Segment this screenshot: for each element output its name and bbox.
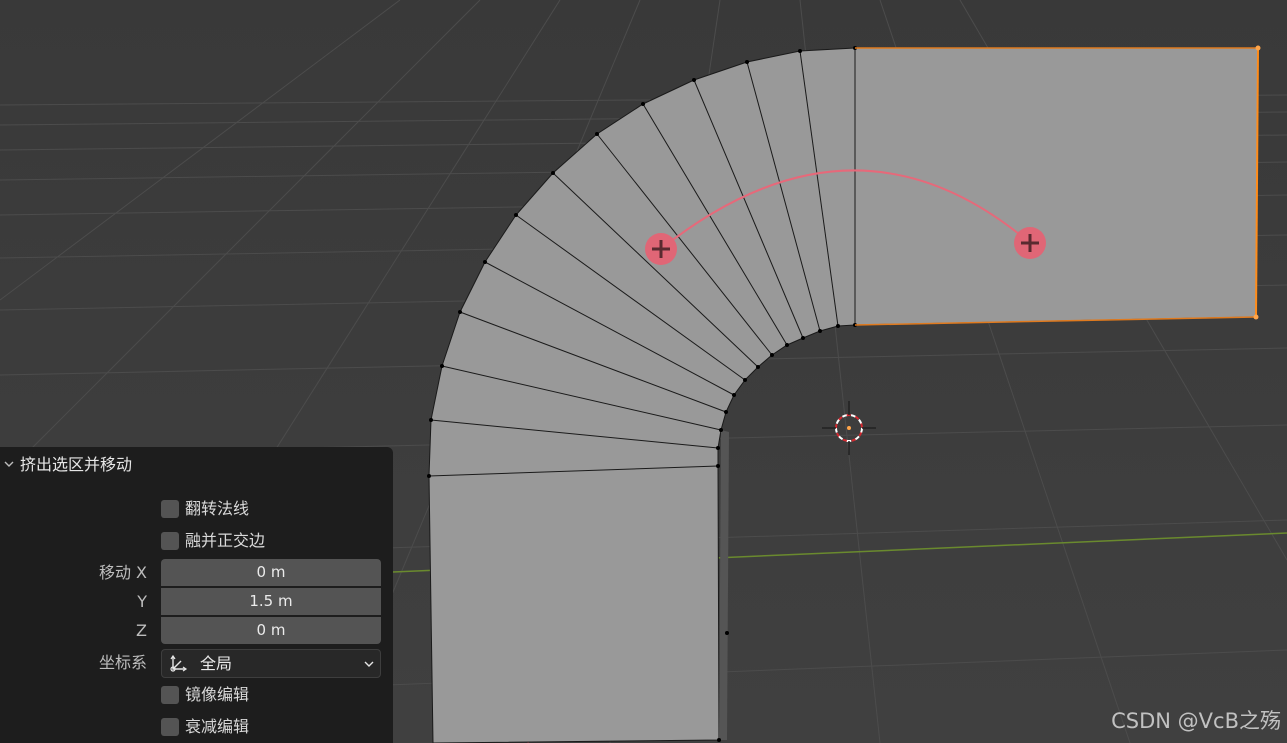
chevron-down-icon [4,461,14,467]
orientation-select[interactable]: 全局 [161,649,381,678]
operator-panel-title: 挤出选区并移动 [20,455,133,474]
flip-normals-row[interactable]: 翻转法线 [0,495,393,523]
proportional-editing-row[interactable]: 衰减编辑 [0,713,393,741]
move-z-row: Z 0 m [0,617,393,645]
proportional-editing-checkbox[interactable] [161,718,179,736]
proportional-editing-label: 衰减编辑 [185,717,250,736]
move-z-field[interactable]: 0 m [161,617,381,644]
move-x-row: 移动 X 0 m [0,559,393,587]
move-y-field[interactable]: 1.5 m [161,588,381,615]
move-z-label: Z [136,621,147,640]
flip-normals-label: 翻转法线 [185,499,250,518]
chevron-down-icon [364,661,374,667]
orientation-label: 坐标系 [98,653,147,672]
move-x-label: 移动 X [98,563,147,582]
operator-panel[interactable]: 挤出选区并移动 翻转法线 融并正交边 移动 X 0 m Y 1.5 m Z 0 … [0,447,393,743]
dissolve-orthogonal-checkbox[interactable] [161,532,179,550]
watermark: CSDN @VcB之殇 [1111,709,1281,733]
flip-normals-checkbox[interactable] [161,500,179,518]
move-x-field[interactable]: 0 m [161,559,381,586]
orientation-axes-icon [170,654,188,672]
orientation-value: 全局 [200,654,233,673]
mirror-editing-checkbox[interactable] [161,686,179,704]
operator-panel-header[interactable]: 挤出选区并移动 [0,447,393,483]
curve-handle-start[interactable] [645,233,677,265]
mirror-editing-row[interactable]: 镜像编辑 [0,681,393,709]
dissolve-orthogonal-label: 融并正交边 [185,531,266,550]
orientation-row: 坐标系 全局 [0,649,393,679]
mirror-editing-label: 镜像编辑 [185,685,250,704]
curve-handle-end[interactable] [1014,227,1046,259]
move-y-row: Y 1.5 m [0,588,393,616]
dissolve-orthogonal-row[interactable]: 融并正交边 [0,527,393,555]
move-y-label: Y [137,592,147,611]
